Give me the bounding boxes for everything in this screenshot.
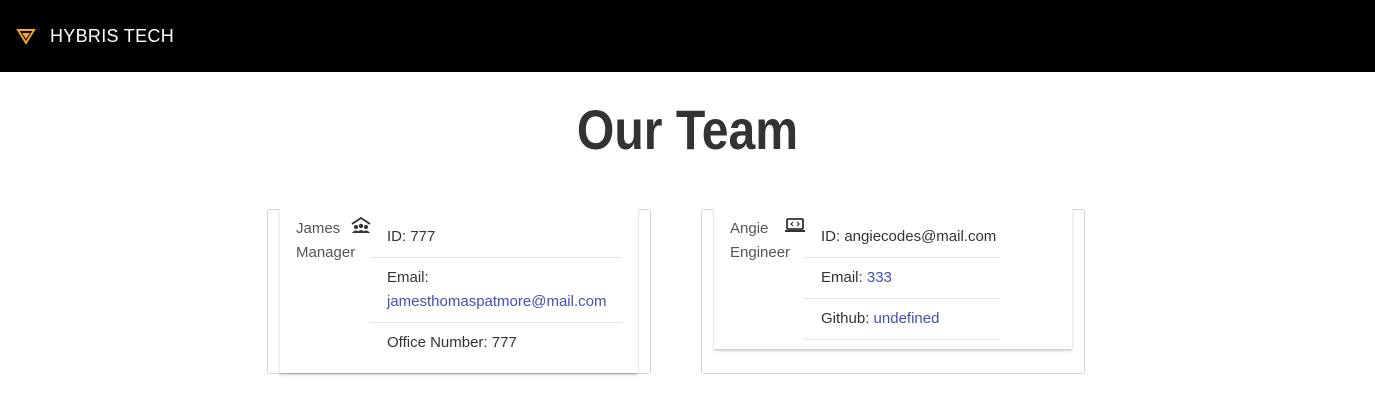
- team-card-manager: James Manager ID: 777 Email: jamesthomas…: [267, 209, 651, 374]
- hybris-logo-icon: [16, 26, 36, 46]
- email-label: Email:: [821, 269, 863, 286]
- email-item: Email: jamesthomaspatmore@mail.com: [370, 258, 622, 323]
- github-link[interactable]: undefined: [874, 310, 940, 327]
- card-panel: James Manager ID: 777 Email: jamesthomas…: [280, 209, 638, 373]
- github-label: Github:: [821, 310, 870, 327]
- page-title: Our Team: [576, 98, 799, 161]
- navbar: HYBRIS TECH: [0, 0, 1375, 72]
- laptop-code-icon: [784, 217, 806, 235]
- team-card-engineer: Angie Engineer ID: angiecodes@mail.com E…: [701, 209, 1085, 374]
- card-panel: Angie Engineer ID: angiecodes@mail.com E…: [714, 209, 1072, 349]
- details-list: ID: 777 Email: jamesthomaspatmore@mail.c…: [370, 217, 622, 363]
- office-number-item: Office Number: 777: [387, 334, 517, 351]
- email-label: Email:: [387, 269, 429, 286]
- github-item: Github: undefined: [804, 299, 1000, 340]
- email-link[interactable]: 333: [867, 269, 892, 286]
- person-role: Engineer: [730, 244, 791, 261]
- brand-link[interactable]: HYBRIS TECH: [16, 26, 174, 47]
- manager-icon: [350, 216, 372, 235]
- id-item: ID: angiecodes@mail.com: [804, 217, 1000, 258]
- id-item: ID: 777: [370, 217, 622, 258]
- details-list: ID: angiecodes@mail.com Email: 333 Githu…: [804, 217, 1000, 340]
- email-item: Email: 333: [804, 258, 1000, 299]
- person-role: Manager: [296, 244, 356, 261]
- brand-name: HYBRIS TECH: [50, 25, 174, 46]
- email-link[interactable]: jamesthomaspatmore@mail.com: [387, 293, 606, 310]
